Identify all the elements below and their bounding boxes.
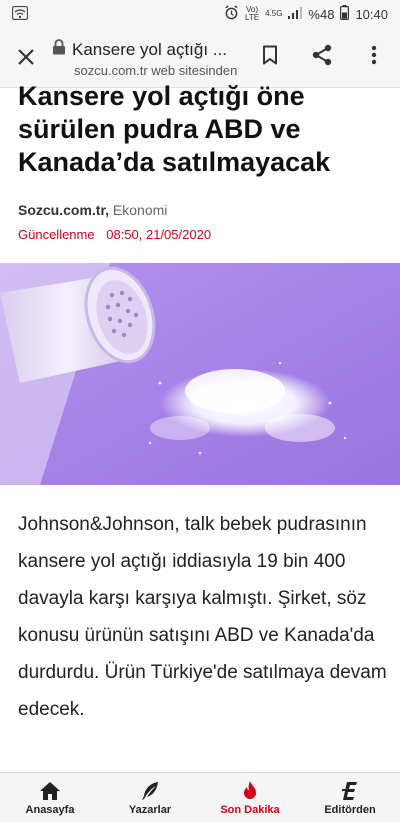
network-type: 4.5G bbox=[265, 9, 283, 18]
site-origin: sozcu.com.tr web sitesinden bbox=[74, 63, 238, 78]
nav-label-writers: Yazarlar bbox=[128, 803, 172, 816]
close-button[interactable] bbox=[0, 28, 52, 88]
alarm-icon bbox=[224, 5, 239, 23]
clock: 10:40 bbox=[355, 6, 388, 22]
nav-label-breaking-news: Son Dakika bbox=[220, 803, 280, 816]
lock-icon bbox=[52, 39, 66, 60]
bottom-navigation: Anasayfa Yazarlar Son Dakika Editörden bbox=[0, 772, 400, 822]
home-icon bbox=[39, 780, 61, 802]
bookmark-icon bbox=[262, 45, 278, 70]
flame-icon bbox=[242, 780, 258, 802]
nav-label-home: Anasayfa bbox=[25, 803, 75, 816]
share-icon bbox=[311, 44, 333, 71]
close-icon bbox=[17, 42, 35, 73]
signal-icon bbox=[288, 6, 303, 22]
nav-item-breaking-news[interactable]: Son Dakika bbox=[200, 773, 300, 822]
article-meta: Sozcu.com.tr, Ekonomi bbox=[18, 202, 167, 218]
share-button[interactable] bbox=[296, 28, 348, 88]
article-updated: Güncellenme 08:50, 21/05/2020 bbox=[18, 227, 211, 242]
more-options-button[interactable] bbox=[348, 28, 400, 88]
browser-toolbar: Kansere yol açtığı ... sozcu.com.tr web … bbox=[0, 28, 400, 88]
article-source[interactable]: Sozcu.com.tr, bbox=[18, 202, 109, 218]
wifi-icon bbox=[11, 5, 29, 23]
article-hero-image bbox=[0, 263, 400, 485]
status-bar: Vo) LTE 4.5G %48 10:40 bbox=[0, 0, 400, 28]
updated-value: 08:50, 21/05/2020 bbox=[106, 227, 212, 242]
battery-icon bbox=[340, 5, 350, 23]
article-category[interactable]: Ekonomi bbox=[113, 202, 167, 218]
article-headline: Kansere yol açtığı öne sürülen pudra ABD… bbox=[18, 81, 331, 177]
nav-item-home[interactable]: Anasayfa bbox=[0, 773, 100, 822]
quill-icon bbox=[141, 780, 159, 802]
page-title: Kansere yol açtığı ... bbox=[72, 39, 227, 59]
nav-label-editors-pick: Editörden bbox=[324, 803, 376, 816]
battery-percent: %48 bbox=[308, 6, 335, 22]
page-info[interactable]: Kansere yol açtığı ... sozcu.com.tr web … bbox=[52, 37, 244, 78]
editor-e-icon bbox=[342, 780, 358, 802]
volte-indicator: Vo) LTE bbox=[245, 5, 260, 22]
nav-item-writers[interactable]: Yazarlar bbox=[100, 773, 200, 822]
updated-label: Güncellenme bbox=[18, 227, 95, 242]
more-vert-icon bbox=[371, 45, 377, 70]
nav-item-editors-pick[interactable]: Editörden bbox=[300, 773, 400, 822]
bookmark-button[interactable] bbox=[244, 28, 296, 88]
article-body: Johnson&Johnson, talk bebek pudrasının k… bbox=[18, 514, 387, 720]
